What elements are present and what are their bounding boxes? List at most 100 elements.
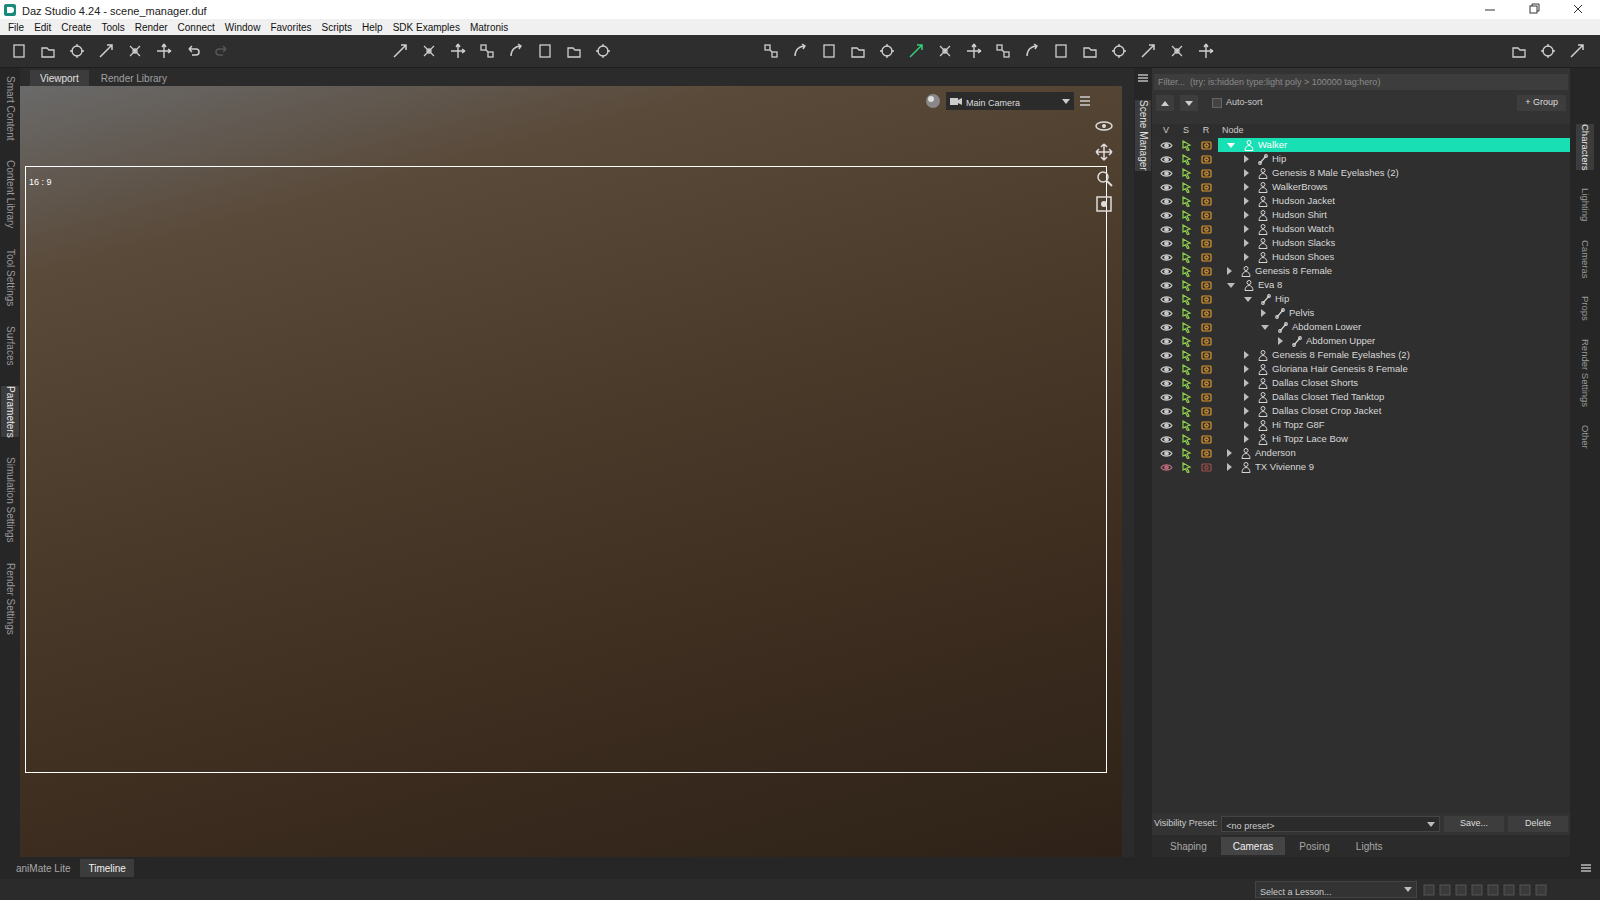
- scene-node[interactable]: Hudson Watch: [1218, 222, 1570, 236]
- scene-node-row[interactable]: Anderson: [1152, 446, 1570, 460]
- primitive-icon[interactable]: [536, 42, 554, 60]
- menu-item[interactable]: Edit: [30, 20, 55, 35]
- scene-node-row[interactable]: Hudson Shoes: [1152, 250, 1570, 264]
- joint-editor-icon[interactable]: [965, 42, 983, 60]
- context-help-icon[interactable]: [1568, 42, 1586, 60]
- expand-arrow-icon[interactable]: [1244, 379, 1249, 387]
- selectable-arrow-icon[interactable]: [1181, 378, 1192, 389]
- scene-node[interactable]: Hudson Slacks: [1218, 236, 1570, 250]
- scene-node[interactable]: Dallas Closet Shorts: [1218, 376, 1570, 390]
- selectable-arrow-icon[interactable]: [1181, 336, 1192, 347]
- expand-arrow-icon[interactable]: [1244, 351, 1249, 359]
- lesson-dropdown[interactable]: Select a Lesson...: [1255, 881, 1417, 898]
- minimize-icon[interactable]: [1468, 0, 1512, 19]
- home-icon[interactable]: [1510, 42, 1528, 60]
- translate-tool-icon[interactable]: [907, 42, 925, 60]
- menu-item[interactable]: Favorites: [266, 20, 315, 35]
- viewport-tab[interactable]: Render Library: [91, 70, 177, 86]
- renderable-icon[interactable]: [1201, 448, 1212, 458]
- close-icon[interactable]: [1556, 0, 1600, 19]
- draw-style-icon[interactable]: [924, 92, 942, 110]
- left-panel-tab[interactable]: Smart Content: [1, 76, 19, 140]
- menu-item[interactable]: Create: [57, 20, 95, 35]
- renderable-icon[interactable]: [1201, 140, 1212, 150]
- move-down-button[interactable]: [1180, 95, 1198, 111]
- selectable-arrow-icon[interactable]: [1181, 364, 1192, 375]
- node-select-icon[interactable]: [849, 42, 867, 60]
- filter-field[interactable]: [1154, 74, 1568, 90]
- eye-icon[interactable]: [1160, 421, 1173, 430]
- scene-node[interactable]: Pelvis: [1218, 306, 1570, 320]
- left-panel-tab[interactable]: Tool Settings: [1, 249, 19, 306]
- surface-tool-icon[interactable]: [1023, 42, 1041, 60]
- scene-node-row[interactable]: Abdomen Lower: [1152, 320, 1570, 334]
- eye-icon[interactable]: [1160, 281, 1173, 290]
- eye-icon[interactable]: [1160, 225, 1173, 234]
- expand-arrow-icon[interactable]: [1244, 211, 1249, 219]
- right-panel-tab[interactable]: Render Settings: [1576, 339, 1594, 407]
- menu-item[interactable]: Render: [131, 20, 172, 35]
- splitter[interactable]: [1122, 68, 1134, 857]
- collapse-arrow-icon[interactable]: [1261, 325, 1269, 330]
- left-panel-tab[interactable]: Content Library: [1, 160, 19, 228]
- selectable-arrow-icon[interactable]: [1181, 140, 1192, 151]
- expand-arrow-icon[interactable]: [1244, 225, 1249, 233]
- auto-sort-checkbox[interactable]: [1212, 98, 1222, 108]
- menu-item[interactable]: Connect: [174, 20, 219, 35]
- renderable-icon[interactable]: [1201, 420, 1212, 430]
- open-file-icon[interactable]: [39, 42, 57, 60]
- spot-render-icon[interactable]: [1139, 42, 1157, 60]
- selectable-arrow-icon[interactable]: [1181, 350, 1192, 361]
- viewport-tab[interactable]: Viewport: [30, 70, 89, 86]
- bottom-tab[interactable]: Posing: [1287, 837, 1342, 855]
- select-tool-icon[interactable]: [820, 42, 838, 60]
- renderable-icon[interactable]: [1201, 224, 1212, 234]
- scene-node[interactable]: Dallas Closet Crop Jacket: [1218, 404, 1570, 418]
- eye-icon[interactable]: [1160, 197, 1173, 206]
- menu-item[interactable]: Window: [221, 20, 265, 35]
- bottom-tab[interactable]: Lights: [1344, 837, 1395, 855]
- distant-light-icon[interactable]: [507, 42, 525, 60]
- redo-icon[interactable]: [213, 42, 231, 60]
- renderable-icon[interactable]: [1201, 434, 1212, 444]
- expand-arrow-icon[interactable]: [1244, 253, 1249, 261]
- selectable-arrow-icon[interactable]: [1181, 434, 1192, 445]
- scene-node[interactable]: Dallas Closet Tied Tanktop: [1218, 390, 1570, 404]
- scene-node[interactable]: Hudson Jacket: [1218, 194, 1570, 208]
- expand-arrow-icon[interactable]: [1227, 449, 1232, 457]
- eye-icon[interactable]: [1160, 435, 1173, 444]
- selectable-arrow-icon[interactable]: [1181, 308, 1192, 319]
- scene-node[interactable]: Hi Topz G8F: [1218, 418, 1570, 432]
- renderable-icon[interactable]: [1201, 350, 1212, 360]
- left-panel-tab[interactable]: Surfaces: [1, 326, 19, 365]
- expand-arrow-icon[interactable]: [1244, 169, 1249, 177]
- preset-button[interactable]: Save...: [1444, 816, 1504, 832]
- scene-node-row[interactable]: Abdomen Upper: [1152, 334, 1570, 348]
- renderable-icon[interactable]: [1201, 378, 1212, 388]
- renderable-icon[interactable]: [1201, 462, 1212, 472]
- scene-node-row[interactable]: Genesis 8 Female: [1152, 264, 1570, 278]
- scene-node-row[interactable]: WalkerBrows: [1152, 180, 1570, 194]
- scene-node-row[interactable]: Hi Topz G8F: [1152, 418, 1570, 432]
- selectable-arrow-icon[interactable]: [1181, 168, 1192, 179]
- selectable-arrow-icon[interactable]: [1181, 266, 1192, 277]
- selectable-arrow-icon[interactable]: [1181, 154, 1192, 165]
- eye-icon[interactable]: [1160, 365, 1173, 374]
- viewport-menu-icon[interactable]: [1078, 94, 1092, 108]
- eye-icon[interactable]: [1160, 183, 1173, 192]
- selectable-arrow-icon[interactable]: [1181, 322, 1192, 333]
- eye-icon[interactable]: [1160, 407, 1173, 416]
- eye-icon[interactable]: [1160, 253, 1173, 262]
- eye-icon[interactable]: [1160, 295, 1173, 304]
- scene-node[interactable]: Gloriana Hair Genesis 8 Female: [1218, 362, 1570, 376]
- align-icon[interactable]: [594, 42, 612, 60]
- scene-node-row[interactable]: Hip: [1152, 292, 1570, 306]
- camera-tool-icon[interactable]: [1081, 42, 1099, 60]
- eye-icon[interactable]: [1160, 379, 1173, 388]
- menu-item[interactable]: Matronis: [466, 20, 512, 35]
- eye-icon[interactable]: [1160, 393, 1173, 402]
- selectable-arrow-icon[interactable]: [1181, 420, 1192, 431]
- iray-preview-icon[interactable]: [1168, 42, 1186, 60]
- scene-node-row[interactable]: Gloriana Hair Genesis 8 Female: [1152, 362, 1570, 376]
- zoom-icon[interactable]: [1094, 168, 1114, 188]
